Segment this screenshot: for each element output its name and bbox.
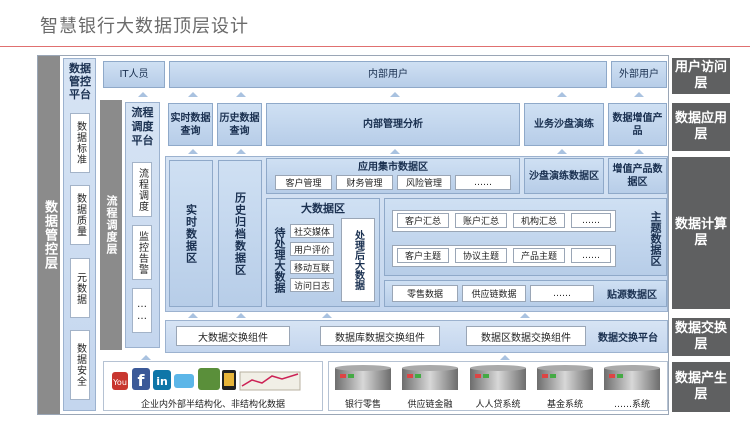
mart-item-customer: 客户管理: [275, 175, 332, 190]
title-divider: [0, 46, 750, 47]
theme-item-agreement-topic: 协议主题: [455, 248, 507, 263]
arrow-up-icon: [188, 149, 198, 154]
system-label-other: ……系统: [613, 400, 650, 410]
arrow-up-icon: [138, 92, 148, 97]
arrow-up-icon: [520, 313, 530, 318]
social-media-icons: You f in: [112, 366, 302, 394]
value-product-area: 增值产品数据区: [608, 158, 667, 194]
access-it-staff: IT人员: [103, 61, 165, 88]
arrow-up-icon: [188, 92, 198, 97]
database-icon-4: [537, 365, 593, 390]
arrow-up-icon: [390, 92, 400, 97]
database-icons: [335, 365, 660, 390]
mart-item-risk: 风险管理: [397, 175, 451, 190]
pending-item-logs: 访问日志: [290, 278, 334, 292]
theme-item-customer-summary: 客户汇总: [397, 213, 449, 228]
mart-item-more: ……: [455, 175, 511, 190]
arrow-up-icon: [141, 355, 151, 360]
exchange-area-component: 数据区数据交换组件: [466, 326, 586, 346]
flow-scheduling-layer-label: 流程调度层: [100, 100, 122, 350]
theme-item-org-summary: 机构汇总: [513, 213, 565, 228]
app-realtime-query: 实时数据查询: [168, 103, 213, 146]
gov-item-metadata: 元数据: [70, 258, 90, 318]
gov-item-quality: 数据质量: [70, 185, 90, 245]
realtime-data-area: 实时数据区: [169, 160, 213, 307]
flow-item-scheduling: 流程调度: [132, 162, 152, 217]
layer-label-access: 用户访问层: [672, 58, 730, 94]
source-item-more: ……: [530, 285, 594, 302]
access-external-users: 外部用户: [611, 61, 667, 88]
processed-bigdata-box: 处理后大数据: [341, 218, 375, 302]
arrow-up-icon: [557, 92, 567, 97]
history-archive-area: 历史归档数据区: [218, 160, 262, 307]
arrow-up-icon: [322, 313, 332, 318]
exchange-platform-label: 数据交换平台: [598, 332, 658, 344]
layer-label-produce: 数据产生层: [672, 362, 730, 412]
database-icon-5: [604, 365, 660, 390]
pending-item-social: 社交媒体: [290, 224, 334, 238]
exchange-db-component: 数据库数据交换组件: [320, 326, 440, 346]
arrow-up-icon: [236, 92, 246, 97]
app-value-added: 数据增值产品: [608, 103, 667, 146]
pending-item-mobile: 移动互联: [290, 260, 334, 274]
social-icons-graphic: You f in: [112, 368, 301, 391]
pending-item-review: 用户评价: [290, 242, 334, 256]
exchange-bigdata-component: 大数据交换组件: [176, 326, 290, 346]
system-label-supplychain: 供应链金融: [407, 400, 453, 410]
arrow-up-icon: [500, 355, 510, 360]
pending-bigdata-label: 待处理大数据: [273, 227, 286, 293]
sandbox-data-area: 沙盘演练数据区: [524, 158, 604, 194]
layer-label-compute: 数据计算层: [672, 157, 730, 309]
unstructured-data-label: 企业内外部半结构化、非结构化数据: [140, 400, 285, 410]
theme-area-label: 主题数据区: [649, 210, 662, 266]
layer-label-app: 数据应用层: [672, 103, 730, 151]
system-label-p2p: 人人贷系统: [475, 400, 521, 410]
gov-item-standard: 数据标准: [70, 113, 90, 173]
gov-item-security: 数据安全: [70, 330, 90, 400]
source-area-label: 贴源数据区: [607, 290, 657, 301]
system-label-fund: 基金系统: [546, 400, 583, 410]
app-internal-analysis: 内部管理分析: [266, 103, 520, 146]
theme-item-customer-topic: 客户主题: [397, 248, 449, 263]
arrow-up-icon: [236, 313, 246, 318]
governance-platform-title: 数据管控平台: [69, 62, 91, 101]
database-icon-2: [402, 365, 458, 390]
arrow-up-icon: [390, 149, 400, 154]
app-sandbox: 业务沙盘演练: [524, 103, 604, 146]
flow-item-monitoring: 监控告警: [132, 225, 152, 280]
arrow-up-icon: [634, 92, 644, 97]
arrow-up-icon: [634, 149, 644, 154]
flow-item-more: ……: [132, 288, 152, 333]
mart-item-finance: 财务管理: [336, 175, 393, 190]
system-label-retail: 银行零售: [344, 400, 381, 410]
arrow-up-icon: [188, 313, 198, 318]
source-item-supplychain: 供应链数据: [462, 285, 526, 302]
svg-text:You: You: [112, 378, 127, 387]
access-internal-users: 内部用户: [169, 61, 607, 88]
layer-label-exchange: 数据交换层: [672, 318, 730, 356]
source-item-retail: 零售数据: [392, 285, 458, 302]
page-title: 智慧银行大数据顶层设计: [40, 16, 249, 37]
svg-text:in: in: [156, 375, 168, 388]
data-governance-layer-label: 数据管控层: [38, 56, 60, 414]
governance-layer-text: 数据管控层: [42, 200, 57, 270]
theme-item-summary-more: ……: [571, 213, 611, 228]
database-icon-1: [335, 365, 391, 390]
arrow-up-icon: [557, 149, 567, 154]
arrow-up-icon: [236, 149, 246, 154]
theme-item-topic-more: ……: [571, 248, 611, 263]
flow-platform-title: 流程调度平台: [131, 106, 154, 147]
svg-text:f: f: [138, 371, 146, 390]
app-history-query: 历史数据查询: [217, 103, 262, 146]
database-icon-3: [470, 365, 526, 390]
theme-item-account-summary: 账户汇总: [455, 213, 507, 228]
theme-item-product-topic: 产品主题: [513, 248, 565, 263]
